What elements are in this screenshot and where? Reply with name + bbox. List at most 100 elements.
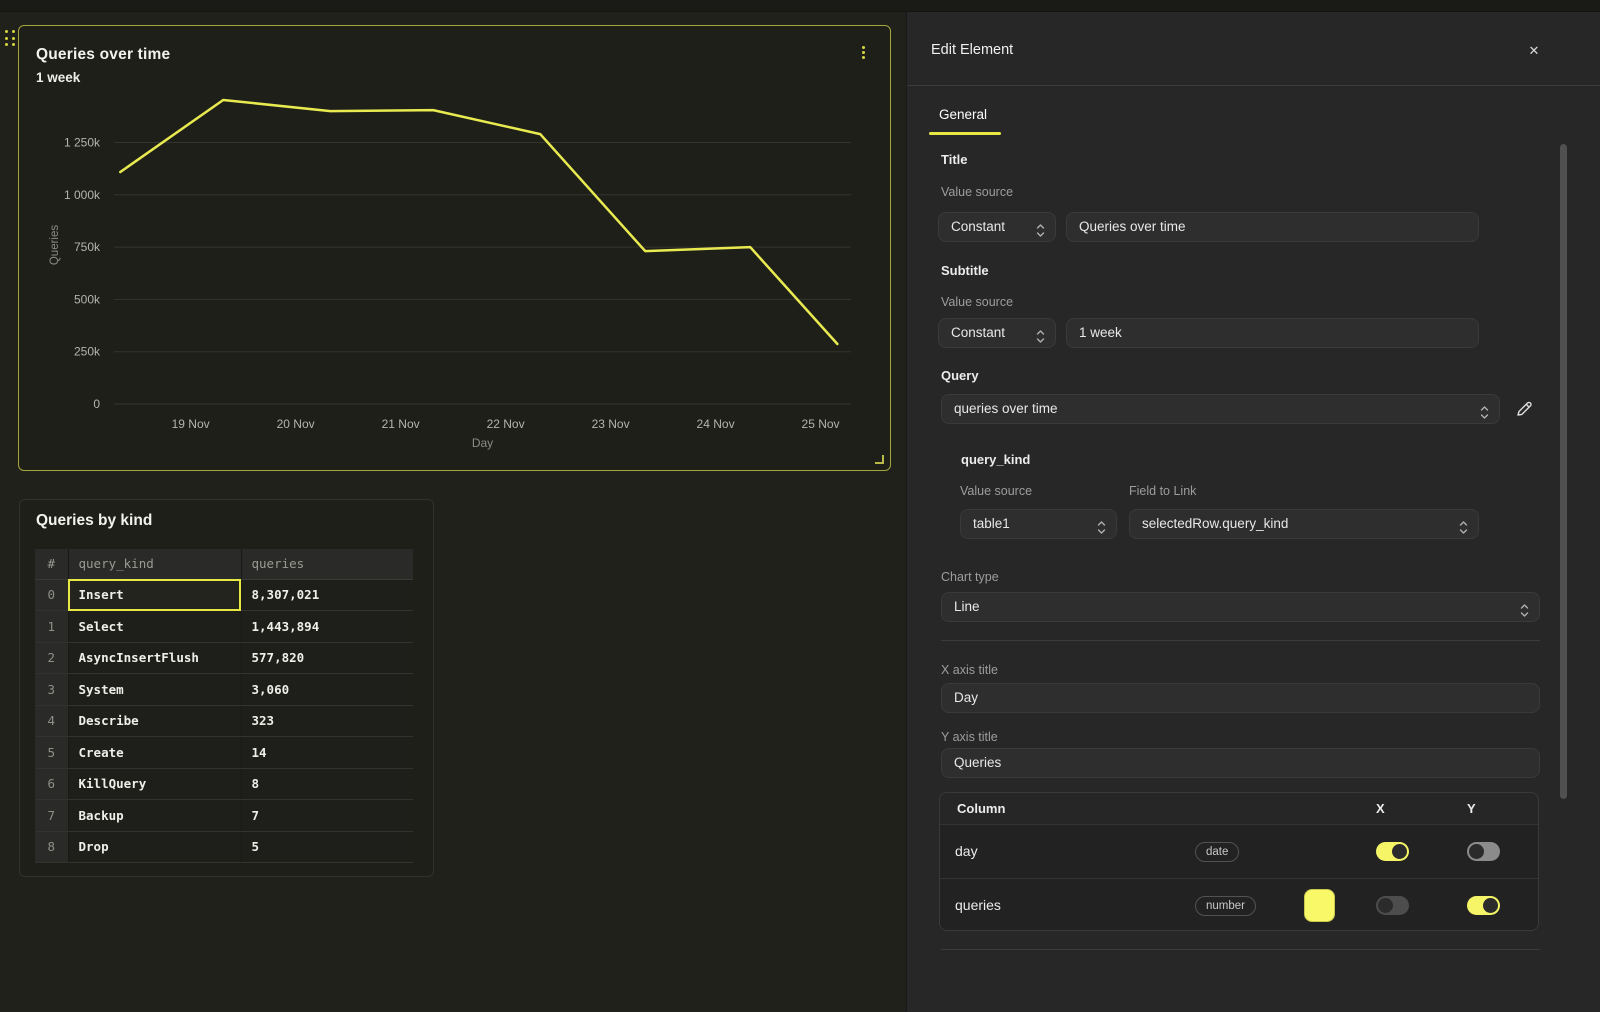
queries-cell[interactable]: 14 [241,737,413,769]
queries-by-kind-table: # query_kind queries 0Insert8,307,0211Se… [35,549,413,863]
row-index: 2 [35,642,68,674]
column-name: day [955,843,978,859]
query-kind-cell[interactable]: Insert [68,579,241,611]
column-config-row: queries number [940,878,1538,931]
queries-cell[interactable]: 8,307,021 [241,579,413,611]
type-badge: number [1195,896,1256,916]
y-axis-title-input[interactable]: Queries [941,748,1540,778]
table-row: 2AsyncInsertFlush577,820 [35,642,413,674]
drag-handle-icon[interactable] [5,30,17,48]
table-panel: Queries by kind # query_kind queries 0In… [19,499,434,877]
qk-source-select[interactable]: table1 [960,509,1117,539]
svg-text:22 Nov: 22 Nov [487,417,525,431]
chevron-updown-icon [1520,600,1529,622]
table-row: 8Drop5 [35,831,413,863]
queries-cell[interactable]: 8 [241,768,413,800]
query-kind-cell[interactable]: System [68,674,241,706]
query-kind-cell[interactable]: Describe [68,705,241,737]
queries-cell[interactable]: 5 [241,831,413,863]
y-header: Y [1467,801,1476,816]
edit-pencil-icon[interactable] [1515,400,1533,418]
row-index: 1 [35,611,68,643]
row-index: 3 [35,674,68,706]
svg-text:25 Nov: 25 Nov [802,417,840,431]
table-row: 1Select1,443,894 [35,611,413,643]
chevron-updown-icon [1480,402,1489,424]
svg-text:750k: 750k [74,240,101,254]
svg-text:1 250k: 1 250k [64,135,101,149]
qk-value-source-label: Value source [960,484,1032,498]
queries-cell[interactable]: 7 [241,800,413,832]
title-value-source-label: Value source [941,185,1013,199]
queries-cell[interactable]: 323 [241,705,413,737]
chevron-updown-icon [1097,517,1106,539]
title-value-input[interactable]: Queries over time [1066,212,1479,242]
queries-cell[interactable]: 577,820 [241,642,413,674]
y-toggle-day[interactable] [1467,842,1500,861]
chart-type-select[interactable]: Line [941,592,1540,622]
close-icon[interactable]: ✕ [1523,40,1545,62]
table-row: 5Create14 [35,737,413,769]
title-source-select[interactable]: Constant [938,212,1056,242]
query-kind-cell[interactable]: Create [68,737,241,769]
subtitle-section-label: Subtitle [941,263,989,278]
app-canvas: Queries over time 1 week 0 250k 500k 750k 1 … [0,0,1600,1012]
subtitle-value-source-label: Value source [941,295,1013,309]
qk-field-to-link-label: Field to Link [1129,484,1196,498]
query-kind-cell[interactable]: Select [68,611,241,643]
tab-active-underline [929,132,1001,135]
subtitle-value-input[interactable]: 1 week [1066,318,1479,348]
svg-text:500k: 500k [74,292,101,306]
edit-element-panel: Edit Element ✕ General Title Value sourc… [906,12,1600,1012]
table-row: 6KillQuery8 [35,768,413,800]
svg-text:19 Nov: 19 Nov [172,417,210,431]
svg-text:250k: 250k [74,345,101,359]
chevron-updown-icon [1459,517,1468,539]
row-index: 6 [35,768,68,800]
query-kind-cell[interactable]: AsyncInsertFlush [68,642,241,674]
query-kind-cell[interactable]: Backup [68,800,241,832]
series-color-swatch[interactable] [1304,889,1335,922]
queries-cell[interactable]: 1,443,894 [241,611,413,643]
x-header: X [1376,801,1385,816]
tab-general[interactable]: General [939,107,987,122]
svg-text:23 Nov: 23 Nov [592,417,630,431]
column-name: queries [955,897,1001,913]
column-header: Column [957,801,1005,816]
table-row: 4Describe323 [35,705,413,737]
svg-text:1 000k: 1 000k [64,188,101,202]
subtitle-source-select[interactable]: Constant [938,318,1056,348]
table-row: 7Backup7 [35,800,413,832]
row-index: 8 [35,831,68,863]
qk-field-select[interactable]: selectedRow.query_kind [1129,509,1479,539]
scrollbar-thumb[interactable] [1560,144,1567,799]
query-kind-label: query_kind [961,452,1030,467]
chevron-updown-icon [1036,220,1045,242]
row-index: 0 [35,579,68,611]
svg-text:0: 0 [93,397,100,411]
table-row: 3System3,060 [35,674,413,706]
table-title: Queries by kind [36,512,152,530]
svg-text:20 Nov: 20 Nov [277,417,315,431]
queries-cell[interactable]: 3,060 [241,674,413,706]
x-toggle-day[interactable] [1376,842,1409,861]
col-header-index: # [35,549,68,579]
col-header-query-kind: query_kind [68,549,241,579]
line-chart: 0250k500k750k1 000k1 250k19 Nov20 Nov21 … [19,26,889,469]
query-section-label: Query [941,368,979,383]
resize-handle[interactable] [875,455,884,464]
row-index: 4 [35,705,68,737]
y-toggle-queries[interactable] [1467,896,1500,915]
header-divider [907,85,1600,86]
chart-panel[interactable]: Queries over time 1 week 0250k500k750k1 … [18,25,891,471]
columns-config-table: Column X Y daydatequeriesnumber [939,792,1539,931]
x-axis-title-input[interactable]: Day [941,683,1540,713]
query-kind-cell[interactable]: KillQuery [68,768,241,800]
col-header-queries: queries [241,549,413,579]
query-select[interactable]: queries over time [941,394,1500,424]
y-axis-title-label: Y axis title [941,730,998,744]
panel-title: Edit Element [931,42,1013,58]
x-toggle-queries[interactable] [1376,896,1409,915]
columns-header-row: Column X Y [940,793,1538,824]
query-kind-cell[interactable]: Drop [68,831,241,863]
